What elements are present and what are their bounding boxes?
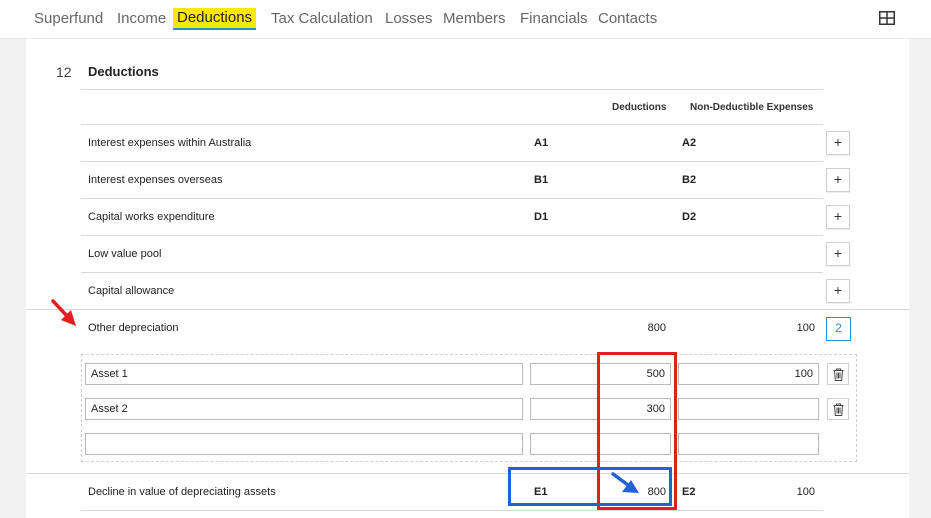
tab-bar: Superfund Income Deductions Tax Calculat…	[0, 0, 931, 39]
asset-non-deductible-field[interactable]	[678, 398, 819, 420]
right-margin	[909, 0, 931, 518]
asset-non-deductible-field[interactable]: 100	[678, 363, 819, 385]
divider	[81, 272, 823, 273]
row-label-capital-allowance: Capital allowance	[88, 285, 175, 297]
tab-superfund[interactable]: Superfund	[34, 10, 103, 27]
other-depreciation-non-deductible-value: 100	[796, 322, 815, 334]
tab-income[interactable]: Income	[117, 10, 166, 27]
code-e2: E2	[682, 486, 696, 498]
divider	[81, 124, 823, 125]
asset-non-deductible-field[interactable]	[678, 433, 819, 455]
arrow-icon	[51, 299, 76, 326]
row-label-decline-in-value: Decline in value of depreciating assets	[88, 486, 276, 498]
divider	[81, 235, 823, 236]
divider	[81, 161, 823, 162]
asset-name-field[interactable]: Asset 2	[85, 398, 523, 420]
other-depreciation-count-button[interactable]: 2	[826, 317, 851, 341]
row-label-low-value-pool: Low value pool	[88, 248, 162, 260]
tab-members[interactable]: Members	[443, 10, 506, 27]
divider	[81, 510, 823, 511]
tab-deductions[interactable]: Deductions	[173, 8, 257, 30]
asset-name-field[interactable]: Asset 1	[85, 363, 523, 385]
section-title: Deductions	[88, 64, 159, 79]
column-header-deductions: Deductions	[612, 102, 667, 113]
code-a2: A2	[682, 137, 697, 149]
add-capital-works-button[interactable]: +	[826, 205, 850, 229]
row-label-capital-works: Capital works expenditure	[88, 211, 215, 223]
tab-contacts[interactable]: Contacts	[598, 10, 657, 27]
add-low-value-pool-button[interactable]: +	[826, 242, 850, 266]
other-depreciation-deductions-value: 800	[647, 322, 666, 334]
trash-icon[interactable]	[827, 398, 849, 420]
divider	[81, 89, 823, 90]
column-header-non-deductible: Non-Deductible Expenses	[690, 102, 814, 113]
add-capital-allowance-button[interactable]: +	[826, 279, 850, 303]
arrow-icon	[611, 472, 639, 493]
row-label-interest-overseas: Interest expenses overseas	[88, 174, 223, 186]
add-interest-overseas-button[interactable]: +	[826, 168, 850, 192]
row-label-other-depreciation: Other depreciation	[88, 322, 179, 334]
decline-non-deductible-value: 100	[796, 486, 815, 498]
left-margin	[0, 0, 26, 518]
divider	[26, 473, 909, 474]
code-d2: D2	[682, 211, 697, 223]
divider	[26, 309, 909, 310]
divider	[81, 198, 823, 199]
highlight-box-blue	[508, 467, 672, 506]
section-number: 12	[56, 64, 72, 80]
add-interest-australia-button[interactable]: +	[826, 131, 850, 155]
tab-losses[interactable]: Losses	[385, 10, 433, 27]
tab-tax-calculation[interactable]: Tax Calculation	[271, 10, 373, 27]
asset-name-field[interactable]	[85, 433, 523, 455]
code-a1: A1	[534, 137, 549, 149]
tab-financials[interactable]: Financials	[520, 10, 588, 27]
code-d1: D1	[534, 211, 549, 223]
code-b2: B2	[682, 174, 697, 186]
grid-icon[interactable]	[879, 11, 895, 25]
trash-icon[interactable]	[827, 363, 849, 385]
row-label-interest-australia: Interest expenses within Australia	[88, 137, 252, 149]
code-b1: B1	[534, 174, 549, 186]
